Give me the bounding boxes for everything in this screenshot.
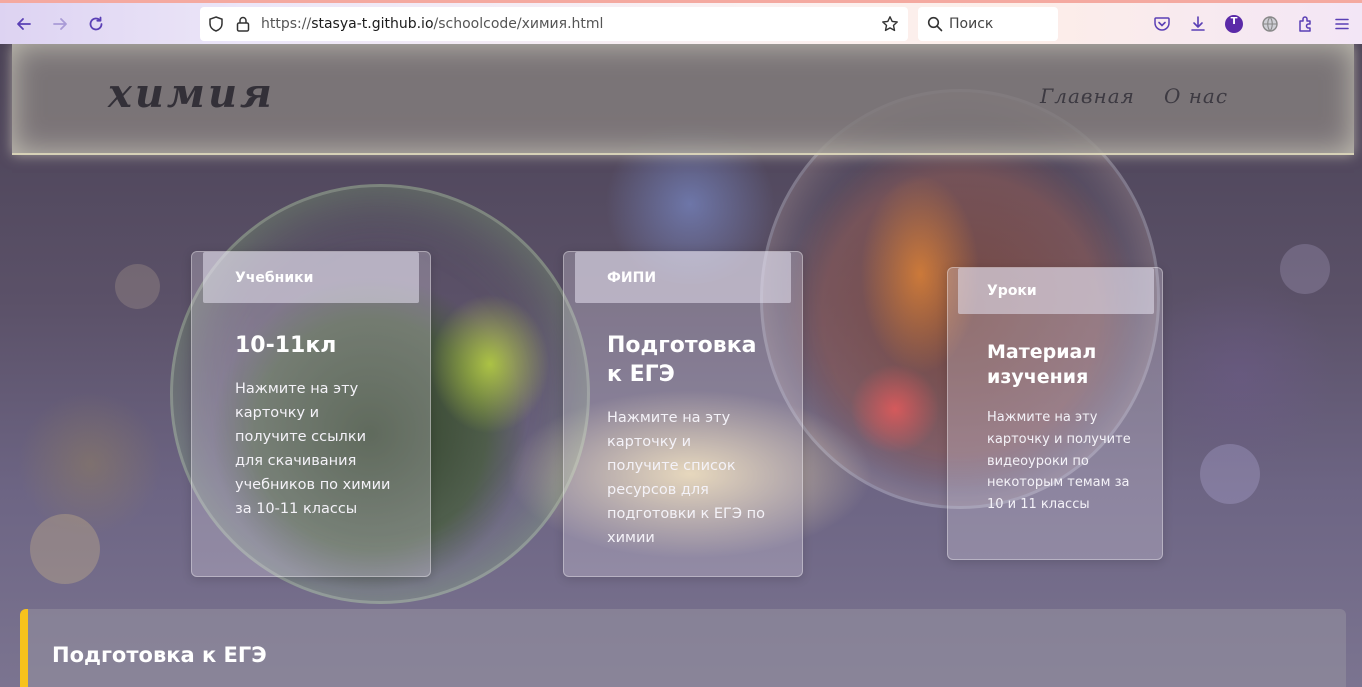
browser-toolbar: https://stasya-t.github.io/schoolcode/хи… xyxy=(0,0,1362,44)
reload-icon xyxy=(89,16,103,31)
nav-link-about[interactable]: О нас xyxy=(1164,84,1228,108)
card-lessons[interactable]: Уроки Материал изучения Нажмите на эту к… xyxy=(947,267,1163,560)
card-title: 10-11кл xyxy=(235,333,337,358)
url-text[interactable]: https://stasya-t.github.io/schoolcode/хи… xyxy=(261,16,603,32)
card-description: Нажмите на эту карточку и получите видео… xyxy=(987,410,1131,513)
bokeh-light xyxy=(30,514,100,584)
menu-icon[interactable] xyxy=(1331,13,1353,35)
back-button[interactable] xyxy=(10,10,38,38)
url-path: /schoolcode/химия.html xyxy=(433,16,604,32)
section-title: Подготовка к ЕГЭ xyxy=(52,643,267,667)
nav-link-home[interactable]: Главная xyxy=(1040,84,1135,108)
ege-section-panel: Подготовка к ЕГЭ xyxy=(20,609,1346,687)
card-description: Нажмите на эту карточку и получите списо… xyxy=(607,410,765,546)
globe-icon[interactable] xyxy=(1259,13,1281,35)
url-prefix: https:// xyxy=(261,16,312,32)
page-content: химия Главная О нас Учебники 10-11кл Наж… xyxy=(0,44,1362,687)
reload-button[interactable] xyxy=(82,10,110,38)
forward-arrow-icon xyxy=(53,18,67,30)
profile-initial: T xyxy=(1230,16,1238,27)
pocket-icon[interactable] xyxy=(1151,13,1173,35)
extensions-icon[interactable] xyxy=(1295,13,1317,35)
search-box[interactable]: Поиск xyxy=(918,7,1058,41)
search-icon xyxy=(927,16,943,36)
card-title: Подготовка к ЕГЭ xyxy=(607,333,757,387)
card-textbooks[interactable]: Учебники 10-11кл Нажмите на эту карточку… xyxy=(191,251,431,577)
lock-icon[interactable] xyxy=(235,15,251,37)
red-coral-image xyxy=(850,364,940,454)
yellow-structure-image xyxy=(430,294,550,434)
shield-icon[interactable] xyxy=(207,15,225,37)
card-fipi[interactable]: ФИПИ Подготовка к ЕГЭ Нажмите на эту кар… xyxy=(563,251,803,577)
profile-avatar-icon[interactable]: T xyxy=(1223,13,1245,35)
card-tab-label: Уроки xyxy=(958,268,1154,314)
url-host: stasya-t.github.io xyxy=(311,16,434,32)
site-logo[interactable]: химия xyxy=(108,70,275,117)
card-title: Материал изучения xyxy=(987,341,1097,388)
bokeh-light xyxy=(115,264,160,309)
bokeh-light xyxy=(1280,244,1330,294)
bookmark-star-icon[interactable] xyxy=(881,15,899,37)
site-header: химия Главная О нас xyxy=(12,44,1354,155)
address-bar[interactable]: https://stasya-t.github.io/schoolcode/хи… xyxy=(200,7,908,41)
forward-button[interactable] xyxy=(46,10,74,38)
card-description: Нажмите на эту карточку и получите ссылк… xyxy=(235,381,391,517)
card-tab-label: ФИПИ xyxy=(575,252,791,303)
bokeh-light xyxy=(1200,444,1260,504)
card-tab-label: Учебники xyxy=(203,252,419,303)
download-icon[interactable] xyxy=(1187,13,1209,35)
back-arrow-icon xyxy=(17,18,31,30)
search-placeholder: Поиск xyxy=(949,16,994,32)
